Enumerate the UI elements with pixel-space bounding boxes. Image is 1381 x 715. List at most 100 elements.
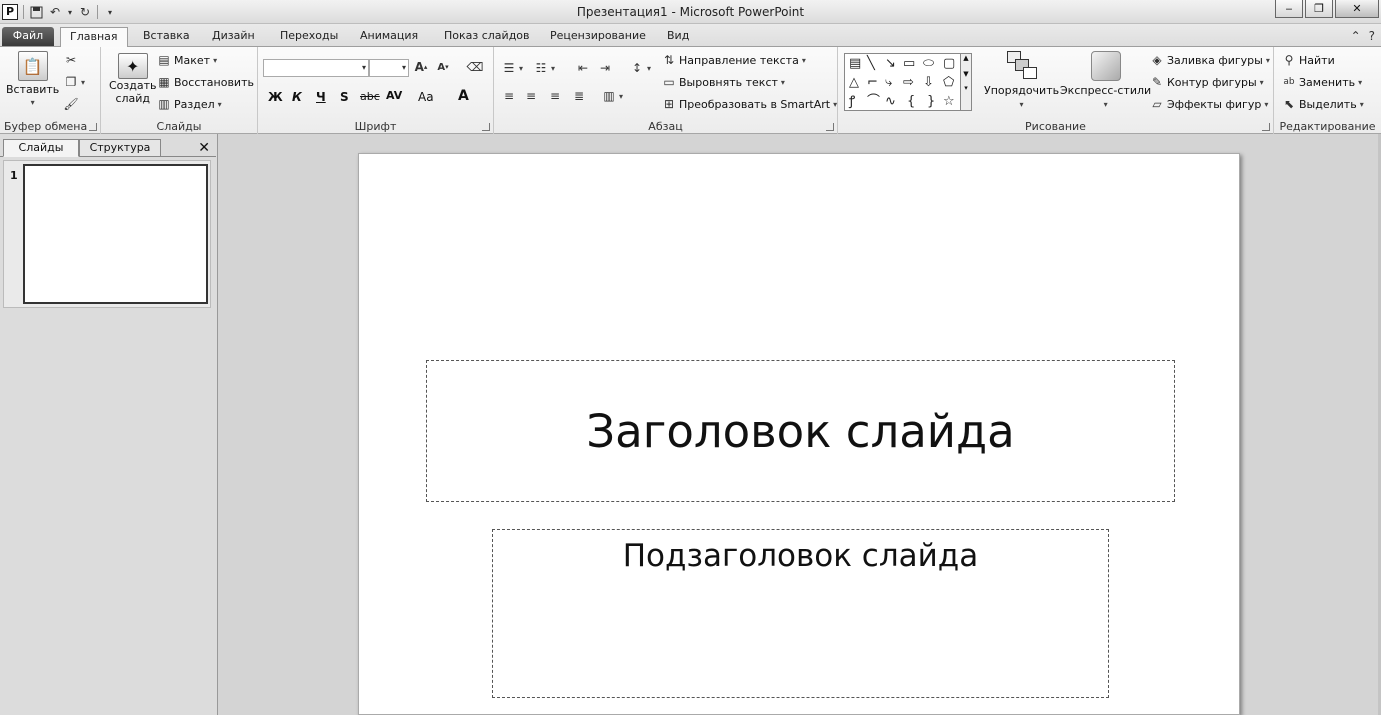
restore-icon[interactable]: ❐ (1305, 0, 1333, 18)
gallery-more-icon[interactable]: ▾ (961, 84, 971, 92)
tab-transitions[interactable]: Переходы (280, 27, 338, 47)
gallery-down-icon[interactable]: ▼ (961, 70, 971, 78)
title-placeholder[interactable]: Заголовок слайда (426, 360, 1175, 502)
tab-outline-pane[interactable]: Структура (79, 139, 161, 157)
minimize-ribbon-icon[interactable]: ⌃ (1351, 29, 1361, 43)
line-spacing-button[interactable]: ↕ ▾ (630, 61, 651, 75)
justify-button[interactable]: ≣ (572, 89, 586, 103)
format-painter-button[interactable]: 🖌 (63, 97, 78, 111)
tab-home[interactable]: Главная (60, 27, 128, 48)
character-spacing-button[interactable]: AV (386, 89, 402, 102)
font-family-combo[interactable]: ▾ (263, 59, 369, 77)
font-size-dropdown-icon[interactable]: ▾ (402, 63, 406, 72)
elbow-arrow-connector-icon[interactable]: ⤷ (885, 76, 892, 90)
shape-effects-button[interactable]: ▱ Эффекты фигур ▾ (1150, 97, 1268, 111)
triangle-shape-icon[interactable]: △ (849, 76, 859, 90)
drawing-launcher-icon[interactable] (1262, 123, 1270, 131)
decrease-indent-button[interactable]: ⇤ (576, 61, 590, 75)
bullets-button[interactable]: ☰ ▾ (502, 61, 523, 75)
gallery-scrollbar[interactable]: ▲ ▼ ▾ (960, 54, 971, 110)
new-slide-button[interactable]: ✦ Создать слайд (109, 53, 157, 105)
close-icon[interactable]: ✕ (1335, 0, 1379, 18)
line-shape-icon[interactable]: ╲ (867, 57, 875, 71)
slide-thumbnail[interactable] (23, 164, 208, 304)
align-text-button[interactable]: ▭ Выровнять текст ▾ (662, 75, 785, 89)
help-icon[interactable]: ? (1369, 29, 1375, 43)
textbox-shape-icon[interactable]: ▤ (849, 57, 861, 71)
quick-styles-button[interactable]: Экспресс-стили ▾ (1060, 51, 1151, 109)
font-color-button[interactable]: A (458, 88, 469, 104)
slide-canvas[interactable]: Заголовок слайда Подзаголовок слайда (358, 153, 1240, 715)
text-direction-button[interactable]: ⇅ Направление текста ▾ (662, 53, 806, 67)
font-family-dropdown-icon[interactable]: ▾ (362, 63, 366, 72)
slide-subtitle-text[interactable]: Подзаголовок слайда (493, 538, 1108, 574)
align-left-button[interactable]: ≡ (502, 89, 516, 103)
shrink-font-icon: A ▾ (437, 61, 449, 73)
tab-slideshow[interactable]: Показ слайдов (444, 27, 530, 47)
copy-button[interactable]: ❐ ▾ (64, 75, 85, 89)
star-shape-icon[interactable]: ☆ (943, 95, 955, 109)
replace-button[interactable]: ab Заменить ▾ (1282, 75, 1362, 89)
layout-button[interactable]: ▤ Макет ▾ (157, 53, 217, 67)
section-button[interactable]: ▥ Раздел ▾ (157, 97, 221, 111)
align-center-button[interactable]: ≡ (524, 89, 538, 103)
tab-animation[interactable]: Анимация (360, 27, 418, 47)
left-brace-shape-icon[interactable]: { (907, 95, 915, 109)
flowchart-shape-icon[interactable]: ⬠ (943, 76, 954, 90)
shadow-button[interactable]: S (340, 90, 349, 104)
tab-view[interactable]: Вид (667, 27, 689, 47)
rounded-rect-shape-icon[interactable]: ▢ (943, 57, 955, 71)
close-pane-icon[interactable]: ✕ (198, 140, 210, 156)
slide-title-text[interactable]: Заголовок слайда (586, 405, 1014, 458)
freeform-shape-icon[interactable]: ꝭ (849, 95, 855, 109)
increase-indent-button[interactable]: ⇥ (598, 61, 612, 75)
tab-slides-pane[interactable]: Слайды (3, 139, 79, 157)
italic-button[interactable]: К (292, 90, 302, 104)
shape-fill-button[interactable]: ◈ Заливка фигуры ▾ (1150, 53, 1270, 67)
clear-formatting-button[interactable]: ⌫ (467, 60, 484, 74)
paste-button[interactable]: 📋 Вставить ▾ (6, 51, 59, 107)
arrange-button[interactable]: Упорядочить ▾ (984, 51, 1059, 109)
rectangle-shape-icon[interactable]: ▭ (903, 57, 915, 71)
tab-file[interactable]: Файл (2, 27, 54, 46)
reset-button[interactable]: ▦ Восстановить (157, 75, 254, 89)
down-arrow-shape-icon[interactable]: ⇩ (923, 76, 934, 90)
shrink-font-button[interactable]: A ▾ (436, 60, 450, 74)
shape-effects-label: Эффекты фигур (1167, 97, 1262, 111)
underline-button[interactable]: Ч (316, 90, 326, 104)
right-brace-shape-icon[interactable]: } (927, 95, 935, 109)
slide-thumbnail-list[interactable]: 1 (3, 160, 211, 308)
paste-icon: 📋 (17, 51, 48, 81)
arrange-icon (1006, 51, 1037, 81)
columns-button[interactable]: ▥ ▾ (602, 89, 623, 103)
shape-outline-button[interactable]: ✎ Контур фигуры ▾ (1150, 75, 1264, 89)
tab-insert[interactable]: Вставка (143, 27, 190, 47)
numbering-button[interactable]: ☷ ▾ (534, 61, 555, 75)
paragraph-launcher-icon[interactable] (826, 123, 834, 131)
convert-smartart-button[interactable]: ⊞ Преобразовать в SmartArt ▾ (662, 97, 837, 111)
oval-shape-icon[interactable]: ⬭ (923, 57, 934, 71)
cut-button[interactable]: ✂ (64, 53, 78, 67)
shapes-gallery[interactable]: ▤ ╲ ↘ ▭ ⬭ ▢ △ ⌐ ⤷ ⇨ ⇩ ⬠ ꝭ ⌒ ∿ { } ☆ ▲ ▼ … (844, 53, 972, 111)
clipboard-launcher-icon[interactable] (89, 123, 97, 131)
tab-design[interactable]: Дизайн (212, 27, 255, 47)
gallery-up-icon[interactable]: ▲ (961, 54, 971, 62)
select-button[interactable]: ⬉ Выделить ▾ (1282, 97, 1364, 111)
arc-shape-icon[interactable]: ⌒ (867, 95, 880, 109)
bold-button[interactable]: Ж (268, 90, 283, 104)
font-size-combo[interactable]: ▾ (369, 59, 409, 77)
change-case-button[interactable]: Aa (418, 90, 434, 104)
elbow-connector-icon[interactable]: ⌐ (867, 76, 878, 90)
minimize-icon[interactable]: ‒ (1275, 0, 1303, 18)
arrow-line-shape-icon[interactable]: ↘ (885, 57, 896, 71)
find-button[interactable]: ⚲ Найти (1282, 53, 1335, 67)
font-launcher-icon[interactable] (482, 123, 490, 131)
subtitle-placeholder[interactable]: Подзаголовок слайда (492, 529, 1109, 698)
grow-font-button[interactable]: A ▴ (414, 60, 428, 74)
curve-shape-icon[interactable]: ∿ (885, 95, 896, 109)
cursor-arrow-icon: ⬉ (1283, 97, 1295, 111)
align-right-button[interactable]: ≡ (548, 89, 562, 103)
strikethrough-button[interactable]: abc (360, 90, 380, 103)
right-arrow-shape-icon[interactable]: ⇨ (903, 76, 914, 90)
tab-review[interactable]: Рецензирование (550, 27, 646, 47)
